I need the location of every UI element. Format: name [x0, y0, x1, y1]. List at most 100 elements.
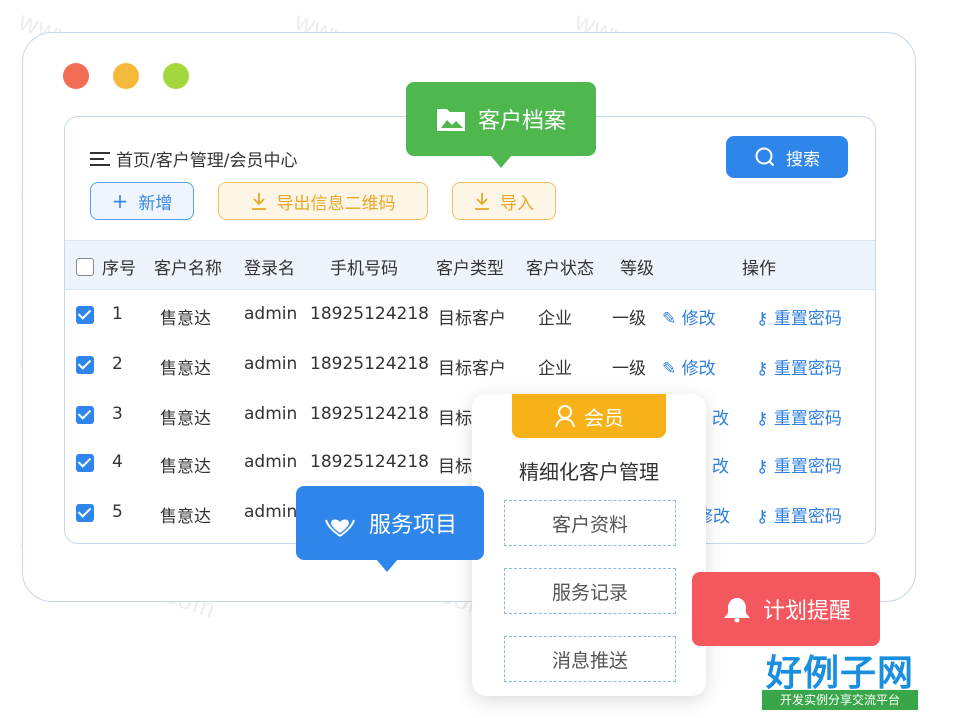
service-items-callout[interactable]: 服务项目: [296, 486, 484, 572]
column-header: 手机号码: [330, 259, 398, 279]
edit-label: 改: [712, 457, 729, 477]
plan-reminder-label: 计划提醒: [762, 599, 851, 624]
content-panel: [64, 116, 876, 544]
reset-password-link[interactable]: ⚷ 重置密码: [756, 404, 842, 429]
login-name: admin: [244, 452, 298, 472]
login-name: admin: [244, 304, 298, 324]
breadcrumb: 首页/客户管理/会员中心: [90, 146, 297, 171]
member-card-title: 精细化客户管理: [519, 460, 659, 484]
row-number: 3: [112, 404, 123, 424]
download-icon: [475, 193, 489, 210]
key-icon: ⚷: [756, 409, 769, 429]
customer-type: 目标: [438, 409, 472, 429]
column-header: 序号: [102, 259, 136, 279]
customer-name: 售意达: [160, 409, 211, 429]
edit-link[interactable]: 改: [712, 452, 729, 477]
login-name: admin: [244, 502, 298, 522]
column-header: 等级: [620, 259, 654, 279]
customer-name: 售意达: [160, 457, 211, 477]
column-header: 客户类型: [436, 259, 504, 279]
key-icon: ⚷: [756, 359, 769, 379]
download-icon: [251, 193, 266, 210]
reset-label: 重置密码: [773, 359, 842, 379]
column-header: 操作: [742, 259, 776, 279]
key-icon: ⚷: [756, 309, 769, 329]
reset-password-link[interactable]: ⚷ 重置密码: [756, 304, 842, 329]
reset-label: 重置密码: [773, 507, 842, 527]
row-checkbox[interactable]: [76, 454, 94, 472]
member-tag-label: 会员: [584, 405, 624, 430]
search-button[interactable]: 搜索: [726, 136, 848, 178]
customer-name: 售意达: [160, 359, 211, 379]
row-number: 1: [112, 304, 123, 324]
phone-number: 18925124218: [310, 304, 429, 324]
customer-level: 一级: [612, 359, 646, 379]
add-button-label: 新增: [138, 193, 173, 214]
customer-level: 一级: [612, 309, 646, 329]
edit-label: 修改: [681, 359, 716, 379]
pencil-icon: ✎: [662, 359, 677, 379]
phone-number: 18925124218: [310, 404, 429, 424]
row-checkbox[interactable]: [76, 504, 94, 522]
edit-link[interactable]: 改: [712, 404, 729, 429]
customer-type: 目标客户: [438, 359, 506, 379]
heart-hand-icon: [325, 519, 355, 537]
brand-name: 好例子网: [765, 653, 914, 694]
reset-label: 重置密码: [773, 409, 842, 429]
edit-label: 修改: [681, 309, 716, 329]
row-checkbox[interactable]: [76, 356, 94, 374]
select-all-checkbox[interactable]: [76, 258, 94, 276]
login-name: admin: [244, 354, 298, 374]
customer-status: 企业: [538, 359, 572, 379]
customer-status: 企业: [538, 309, 572, 329]
bell-icon: [723, 598, 750, 623]
key-icon: ⚷: [756, 457, 769, 477]
brand-slogan: 开发实例分享交流平台: [762, 690, 918, 710]
message-push-item[interactable]: 消息推送: [504, 636, 676, 682]
column-header: 登录名: [244, 259, 295, 279]
reset-label: 重置密码: [773, 457, 842, 477]
edit-label: 改: [712, 409, 729, 429]
customer-info-item[interactable]: 客户资料: [504, 500, 676, 546]
reset-password-link[interactable]: ⚷ 重置密码: [756, 502, 842, 527]
row-checkbox[interactable]: [76, 406, 94, 424]
search-icon: [755, 147, 775, 167]
import-label: 导入: [500, 193, 534, 214]
column-header: 客户状态: [526, 259, 594, 279]
folder-icon: [436, 109, 465, 131]
member-tag: 会员: [512, 394, 666, 438]
import-button[interactable]: 导入: [452, 182, 556, 220]
service-record-item[interactable]: 服务记录: [504, 568, 676, 614]
breadcrumb-text[interactable]: 首页/客户管理/会员中心: [116, 146, 297, 171]
add-button[interactable]: + 新增: [90, 182, 194, 220]
reset-label: 重置密码: [773, 309, 842, 329]
customer-name: 售意达: [160, 507, 211, 527]
phone-number: 18925124218: [310, 452, 429, 472]
row-checkbox[interactable]: [76, 306, 94, 324]
user-icon: [555, 405, 575, 428]
close-dot[interactable]: [63, 63, 89, 89]
reset-password-link[interactable]: ⚷ 重置密码: [756, 452, 842, 477]
minimize-dot[interactable]: [113, 63, 139, 89]
edit-link[interactable]: ✎ 修改: [662, 304, 716, 329]
edit-link[interactable]: ✎ 修改: [662, 354, 716, 379]
export-qr-label: 导出信息二维码: [276, 193, 396, 214]
reset-password-link[interactable]: ⚷ 重置密码: [756, 354, 842, 379]
pencil-icon: ✎: [662, 309, 677, 329]
phone-number: 18925124218: [310, 354, 429, 374]
column-header: 客户名称: [154, 259, 222, 279]
plan-reminder-callout[interactable]: 计划提醒: [692, 572, 880, 646]
maximize-dot[interactable]: [163, 63, 189, 89]
key-icon: ⚷: [756, 507, 769, 527]
customer-type: 目标: [438, 457, 472, 477]
customer-archive-label: 客户档案: [477, 109, 566, 134]
row-number: 4: [112, 452, 123, 472]
export-qr-button[interactable]: 导出信息二维码: [218, 182, 428, 220]
login-name: admin: [244, 404, 298, 424]
menu-icon[interactable]: [90, 151, 110, 166]
brand-logo: 好例子网 开发实例分享交流平台: [760, 644, 920, 712]
customer-archive-callout[interactable]: 客户档案: [406, 82, 596, 168]
search-label: 搜索: [786, 149, 820, 170]
row-number: 2: [112, 354, 123, 374]
plus-icon: +: [111, 189, 129, 213]
